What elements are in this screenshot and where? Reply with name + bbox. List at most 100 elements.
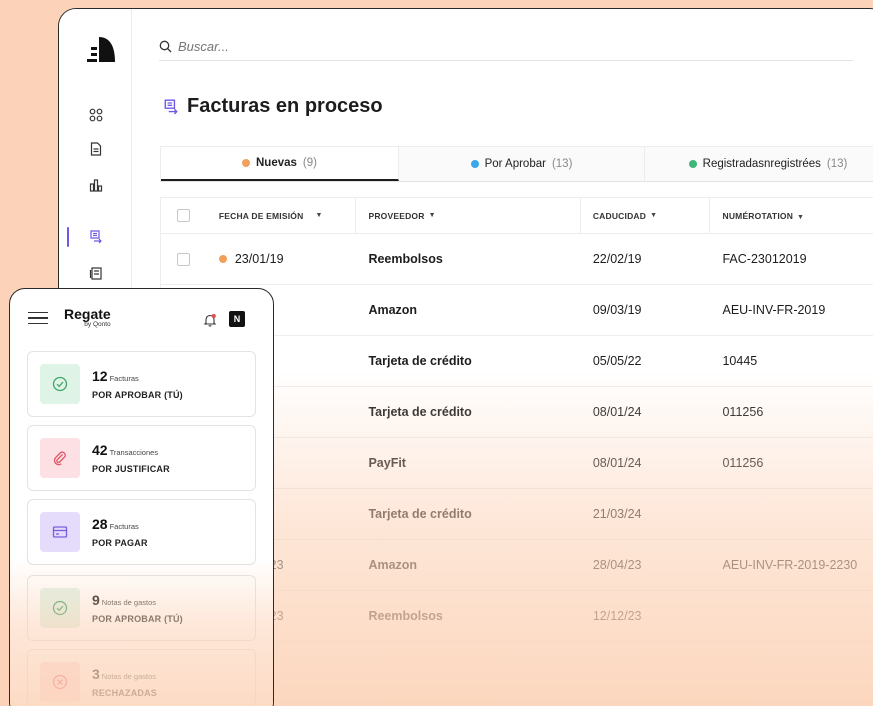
tab-label: Registradasnregistrées [702, 158, 821, 170]
card-icon-box [40, 512, 80, 552]
card-unit: Notas de gastos [101, 672, 156, 681]
column-header-due[interactable]: CADUCIDAD ▼ [581, 197, 711, 234]
cell-due: 08/01/24 [592, 456, 642, 470]
column-header-label: CADUCIDAD [592, 210, 647, 221]
dashboard-icon [89, 108, 102, 122]
card-label: RECHAZADAS [92, 688, 157, 698]
status-dot-green [688, 160, 697, 168]
card-label: POR PAGAR [92, 538, 148, 548]
sidebar-item-documents[interactable] [59, 137, 132, 161]
search-input[interactable] [178, 39, 478, 54]
summary-card[interactable]: 12 Facturas POR APROBAR (TÚ) [27, 351, 256, 417]
card-text: 3 Notas de gastos RECHAZADAS [92, 666, 157, 698]
cell-number: FAC-23012019 [722, 252, 807, 266]
table-header: FECHA DE EMISIÓN ▼ PROVEEDOR ▼ CADUCIDAD ▼ … [161, 197, 873, 234]
avatar[interactable]: N [229, 311, 245, 327]
tab-nuevas[interactable]: Nuevas (9) [161, 147, 399, 181]
tab-count: (13) [551, 158, 573, 170]
cell-due: 28/04/23 [592, 558, 642, 572]
card-count: 12 [92, 368, 108, 384]
cell-due: 09/03/19 [592, 303, 642, 317]
cell-number: AEU-INV-FR-2019 [722, 303, 826, 317]
column-header-label: FECHA DE EMISIÓN [218, 210, 304, 221]
invoice-icon [164, 98, 178, 114]
cell-number: 011256 [722, 456, 764, 470]
summary-card[interactable]: 9 Notas de gastos POR APROBAR (TÚ) [27, 575, 256, 641]
tab-count: (13) [826, 158, 848, 170]
summary-card[interactable]: 42 Transacciones POR JUSTIFICAR [27, 425, 256, 491]
table-row[interactable]: 23/01/19 Reembolsos 22/02/19 FAC-23012019 [161, 234, 873, 285]
check-circle-icon [52, 376, 68, 392]
cell-provider: Tarjeta de crédito [368, 507, 472, 521]
sidebar-item-reports[interactable] [59, 173, 132, 197]
card-unit: Transacciones [109, 448, 159, 457]
brand-logo: Regate by Qonto [64, 307, 111, 329]
card-icon-box [40, 364, 80, 404]
brand-name: Regate [64, 306, 111, 323]
brand-subtitle: by Qonto [84, 321, 111, 329]
cell-number: 011256 [722, 405, 764, 419]
cell-due: 05/05/22 [592, 354, 642, 368]
cell-provider: Amazon [368, 303, 418, 317]
card-label: POR JUSTIFICAR [92, 464, 170, 474]
sidebar-item-receipts[interactable] [59, 261, 132, 285]
tab-label: Por Aprobar [484, 158, 546, 170]
status-tabs: Nuevas (9) Por Aprobar (13) Registradasn… [160, 146, 873, 182]
card-icon-box [40, 588, 80, 628]
tab-label: Nuevas [256, 157, 297, 169]
card-label: POR APROBAR (TÚ) [92, 614, 183, 624]
bell-icon[interactable] [203, 313, 217, 327]
cell-due: 12/12/23 [592, 609, 642, 623]
column-header-provider[interactable]: PROVEEDOR ▼ [356, 197, 581, 234]
card-text: 42 Transacciones POR JUSTIFICAR [92, 442, 170, 474]
page-title-text: Facturas en proceso [187, 95, 383, 117]
cell-provider: Tarjeta de crédito [368, 405, 472, 419]
column-header-date[interactable]: FECHA DE EMISIÓN ▼ [207, 197, 357, 234]
cell-provider: Amazon [368, 558, 418, 572]
card-unit: Notas de gastos [101, 598, 156, 607]
cell-date: 23/01/19 [207, 252, 357, 266]
row-checkbox[interactable] [177, 252, 191, 266]
paperclip-icon [53, 451, 66, 466]
sort-arrow-icon: ▼ [428, 212, 436, 219]
cell-due: 08/01/24 [592, 405, 642, 419]
sidebar-item-dashboard[interactable] [59, 103, 132, 127]
summary-card[interactable]: 28 Facturas POR PAGAR [27, 499, 256, 565]
card-unit: Facturas [109, 522, 139, 531]
column-header-number[interactable]: NUMÉROTATION ▼ [710, 211, 873, 221]
select-all-checkbox[interactable] [177, 209, 191, 222]
tab-por-aprobar[interactable]: Por Aprobar (13) [399, 147, 645, 181]
cell-provider: Reembolsos [368, 252, 443, 266]
tab-registradas[interactable]: Registradasnregistrées (13) [645, 147, 873, 181]
search-bar[interactable] [159, 33, 853, 61]
cell-due: 22/02/19 [592, 252, 642, 266]
search-icon [159, 40, 172, 53]
sidebar-item-invoices[interactable] [59, 225, 132, 249]
summary-card[interactable]: 3 Notas de gastos RECHAZADAS [27, 649, 256, 706]
sort-arrow-icon: ▼ [650, 212, 658, 219]
card-text: 12 Facturas POR APROBAR (TÚ) [92, 368, 183, 400]
column-header-label: PROVEEDOR [368, 210, 425, 221]
card-text: 9 Notas de gastos POR APROBAR (TÚ) [92, 592, 183, 624]
chart-icon [89, 179, 102, 192]
card-count: 3 [92, 666, 100, 682]
card-icon-box [40, 662, 80, 702]
sort-arrow-icon: ▼ [315, 212, 323, 219]
cell-number: 10445 [722, 354, 758, 368]
mobile-app: Regate by Qonto N 12 Facturas POR APROBAR … [9, 288, 274, 706]
cell-date-text: 23/01/19 [234, 252, 284, 266]
cell-provider: PayFit [368, 456, 406, 470]
status-dot-orange [242, 159, 250, 167]
cell-due: 21/03/24 [592, 507, 642, 521]
tab-count: (9) [302, 157, 317, 169]
cell-provider: Reembolsos [368, 609, 443, 623]
menu-icon[interactable] [28, 311, 48, 325]
receipts-icon [89, 267, 102, 280]
x-circle-icon [52, 674, 68, 690]
app-logo[interactable] [87, 35, 115, 63]
card-text: 28 Facturas POR PAGAR [92, 516, 148, 548]
card-icon-box [40, 438, 80, 478]
row-select-cell [161, 252, 207, 266]
sort-arrow-icon: ▼ [797, 213, 805, 221]
status-dot-blue [470, 160, 479, 168]
